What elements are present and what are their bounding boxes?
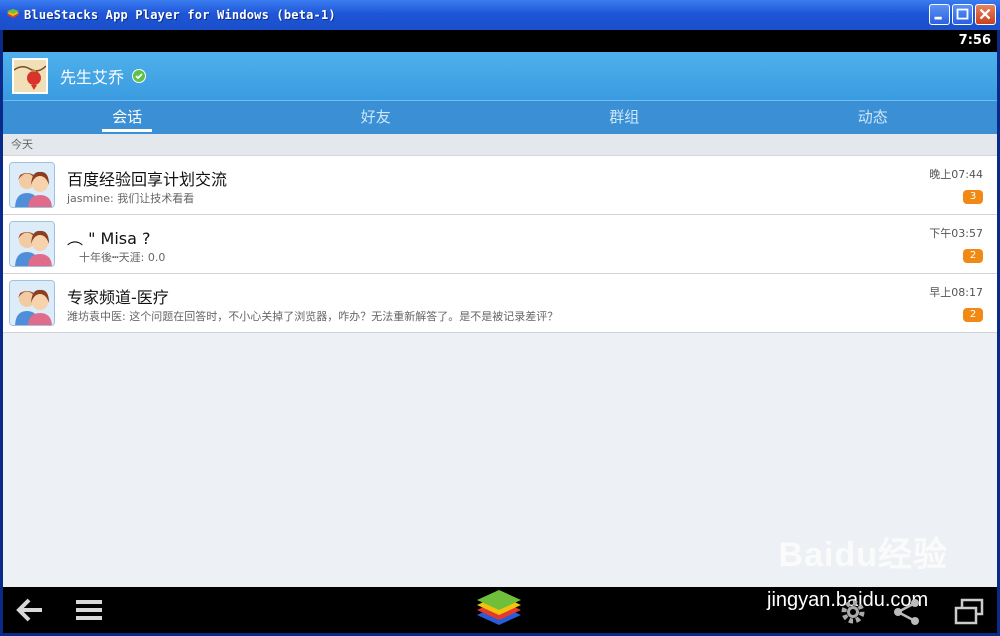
conversation-list: 今天 百度经验回享计划交流 jasmine: 我们让技术看看 晚上07:44 3 xyxy=(3,134,997,587)
conversation-preview: jasmine: 我们让技术看看 xyxy=(67,192,195,205)
conversation-time: 早上08:17 xyxy=(929,286,983,299)
minimize-icon xyxy=(934,16,942,20)
minimize-button[interactable] xyxy=(929,4,950,25)
conversation-preview: 潍坊袁中医: 这个问题在回答时，不小心关掉了浏览器，咋办？无法重新解答了。是不是… xyxy=(67,310,559,323)
group-avatar-icon xyxy=(9,221,55,267)
bluestacks-logo-icon[interactable] xyxy=(475,589,523,631)
maximize-button[interactable] xyxy=(952,4,973,25)
gear-icon[interactable] xyxy=(837,597,869,627)
group-avatar-icon xyxy=(9,162,55,208)
close-icon xyxy=(979,8,991,20)
conversation-name: 百度经验回享计划交流 xyxy=(67,170,228,189)
conversation-name: 专家频道-医疗 xyxy=(67,288,169,307)
tab-activity[interactable]: 动态 xyxy=(749,101,998,134)
conversation-preview: 十年後┅天涯: 0.0 xyxy=(79,251,166,264)
tab-conversations[interactable]: 会话 xyxy=(3,101,252,134)
unread-badge: 2 xyxy=(963,308,983,322)
conversation-name: ︵ " Misa ? xyxy=(67,229,151,248)
bluestacks-app-icon xyxy=(7,9,19,18)
conversation-time: 晚上07:44 xyxy=(929,168,983,181)
verified-icon xyxy=(132,69,147,83)
baidu-watermark: Baidu经验 xyxy=(779,527,948,576)
maximize-icon xyxy=(956,8,969,20)
avatar-image xyxy=(14,60,46,92)
unread-badge: 3 xyxy=(963,190,983,204)
conversation-time: 下午03:57 xyxy=(929,227,983,240)
menu-icon[interactable] xyxy=(73,595,105,625)
close-button[interactable] xyxy=(975,4,996,25)
fullscreen-icon[interactable] xyxy=(953,597,985,627)
app-header: 先生艾乔 xyxy=(3,52,997,100)
tab-groups[interactable]: 群组 xyxy=(500,101,749,134)
user-avatar[interactable] xyxy=(12,58,48,94)
watermark-brand: Baidu经验 xyxy=(778,536,948,574)
window-title: BlueStacks App Player for Windows (beta-… xyxy=(24,8,336,22)
unread-badge: 2 xyxy=(963,249,983,263)
status-clock: 7:56 xyxy=(958,33,991,48)
list-item[interactable]: 百度经验回享计划交流 jasmine: 我们让技术看看 晚上07:44 3 xyxy=(3,156,997,215)
back-arrow-icon[interactable] xyxy=(13,595,45,625)
group-avatar-icon xyxy=(9,280,55,326)
section-header-today: 今天 xyxy=(3,134,997,156)
username: 先生艾乔 xyxy=(60,68,125,87)
tab-bar: 会话 好友 群组 动态 xyxy=(3,100,997,134)
window-titlebar: BlueStacks App Player for Windows (beta-… xyxy=(0,0,1000,30)
tab-friends[interactable]: 好友 xyxy=(252,101,501,134)
list-item[interactable]: 专家频道-医疗 潍坊袁中医: 这个问题在回答时，不小心关掉了浏览器，咋办？无法重… xyxy=(3,274,997,333)
android-status-bar: 7:56 xyxy=(3,30,997,52)
android-nav-bar: jingyan.baidu.com xyxy=(3,587,997,633)
share-icon[interactable] xyxy=(891,597,923,627)
list-item[interactable]: ︵ " Misa ? 十年後┅天涯: 0.0 下午03:57 2 xyxy=(3,215,997,274)
